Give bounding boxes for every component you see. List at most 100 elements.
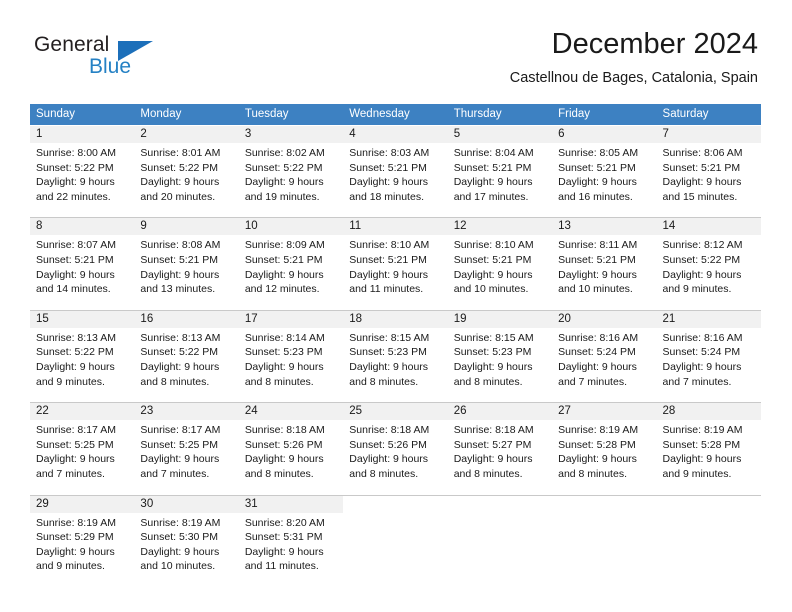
- logo-text-blue: Blue: [89, 55, 132, 78]
- day-cell[interactable]: 28 Sunrise: 8:19 AM Sunset: 5:28 PM Dayligh…: [656, 403, 761, 488]
- day-details: Sunrise: 8:09 AM Sunset: 5:21 PM Daylight:…: [239, 235, 343, 302]
- day-cell[interactable]: 12 Sunrise: 8:10 AM Sunset: 5:21 PM Dayligh…: [447, 218, 553, 303]
- day-number: 17: [244, 312, 258, 325]
- daylight-line-2: and 10 minutes.: [140, 560, 216, 573]
- day-number: 20: [558, 312, 571, 325]
- day-details: Sunrise: 8:19 AM Sunset: 5:29 PM Daylight:…: [30, 513, 134, 580]
- day-cell[interactable]: 23 Sunrise: 8:17 AM Sunset: 5:25 PM Dayligh…: [134, 403, 239, 488]
- daylight-line-2: and 10 minutes.: [558, 283, 633, 296]
- day-number: 1: [36, 128, 43, 140]
- daylight-line-1: Daylight: 9 hours: [140, 545, 220, 558]
- day-cell[interactable]: 8 Sunrise: 8:07 AM Sunset: 5:21 PM Daylight…: [30, 218, 135, 303]
- daylight-line-2: and 8 minutes.: [349, 375, 419, 388]
- day-cell[interactable]: 7 Sunrise: 8:06 AM Sunset: 5:21 PM Daylight…: [656, 126, 761, 211]
- day-details: Sunrise: 8:15 AM Sunset: 5:23 PM Daylight:…: [448, 328, 552, 395]
- day-number: 5: [453, 128, 461, 140]
- day-cell[interactable]: 29 Sunrise: 8:19 AM Sunset: 5:29 PM Dayligh…: [30, 495, 135, 580]
- sunset-line: Sunset: 5:22 PM: [36, 346, 114, 359]
- sunrise-line: Sunrise: 8:13 AM: [140, 331, 221, 344]
- sunrise-line: Sunrise: 8:15 AM: [349, 331, 430, 344]
- sunset-line: Sunset: 5:21 PM: [558, 161, 636, 174]
- daylight-line-1: Daylight: 9 hours: [36, 360, 115, 373]
- daylight-line-1: Daylight: 9 hours: [558, 176, 637, 189]
- day-cell[interactable]: 9 Sunrise: 8:08 AM Sunset: 5:21 PM Daylight…: [134, 218, 239, 303]
- daylight-line-1: Daylight: 9 hours: [140, 360, 220, 373]
- day-cell[interactable]: 26 Sunrise: 8:18 AM Sunset: 5:27 PM Dayligh…: [447, 403, 553, 488]
- sunset-line: Sunset: 5:25 PM: [36, 438, 114, 451]
- general-blue-logo[interactable]: General Blue: [34, 33, 214, 85]
- day-cell[interactable]: 2 Sunrise: 8:01 AM Sunset: 5:22 PM Daylight…: [134, 126, 239, 211]
- sunrise-line: Sunrise: 8:17 AM: [36, 424, 116, 437]
- day-cell[interactable]: 21 Sunrise: 8:16 AM Sunset: 5:24 PM Dayligh…: [656, 310, 761, 396]
- day-cell[interactable]: 11 Sunrise: 8:10 AM Sunset: 5:21 PM Dayligh…: [343, 218, 448, 303]
- day-number-band: 2: [134, 126, 239, 143]
- sunrise-line: Sunrise: 8:09 AM: [244, 239, 325, 252]
- day-number-band: [552, 495, 657, 513]
- weekday-header-wednesday: Wednesday: [349, 108, 410, 120]
- daylight-line-1: Daylight: 9 hours: [244, 360, 324, 373]
- day-cell[interactable]: 4 Sunrise: 8:03 AM Sunset: 5:21 PM Daylight…: [343, 126, 448, 211]
- daylight-line-2: and 19 minutes.: [244, 190, 320, 203]
- day-cell[interactable]: 17 Sunrise: 8:14 AM Sunset: 5:23 PM Dayligh…: [238, 310, 344, 396]
- daylight-line-2: and 16 minutes.: [558, 190, 633, 203]
- day-cell[interactable]: 13 Sunrise: 8:11 AM Sunset: 5:21 PM Dayligh…: [552, 218, 657, 303]
- day-cell[interactable]: 5 Sunrise: 8:04 AM Sunset: 5:21 PM Daylight…: [447, 126, 553, 211]
- daylight-line-1: Daylight: 9 hours: [244, 268, 324, 281]
- day-details: Sunrise: 8:18 AM Sunset: 5:26 PM Daylight:…: [343, 420, 447, 487]
- daylight-line-1: Daylight: 9 hours: [453, 453, 533, 466]
- day-number-band: 29: [30, 495, 135, 513]
- calendar-grid: Sunday Monday Tuesday Wednesday Thursday Frid…: [30, 104, 761, 580]
- day-cell[interactable]: 30 Sunrise: 8:19 AM Sunset: 5:30 PM Dayligh…: [134, 495, 239, 580]
- day-cell[interactable]: 3 Sunrise: 8:02 AM Sunset: 5:22 PM Daylight…: [238, 126, 344, 211]
- day-number-band: 8: [30, 218, 135, 236]
- day-details: Sunrise: 8:17 AM Sunset: 5:25 PM Daylight:…: [134, 420, 238, 487]
- day-cell[interactable]: 15 Sunrise: 8:13 AM Sunset: 5:22 PM Dayligh…: [30, 310, 135, 396]
- sunrise-line: Sunrise: 8:16 AM: [558, 331, 639, 344]
- day-number-band: 5: [447, 126, 553, 143]
- day-cell[interactable]: 14 Sunrise: 8:12 AM Sunset: 5:22 PM Dayligh…: [656, 218, 761, 303]
- sunset-line: Sunset: 5:28 PM: [558, 438, 636, 451]
- day-number-band: 16: [134, 310, 239, 328]
- sunset-line: Sunset: 5:21 PM: [244, 253, 323, 266]
- day-number-band: 7: [656, 126, 761, 143]
- day-cell[interactable]: 22 Sunrise: 8:17 AM Sunset: 5:25 PM Dayligh…: [30, 403, 135, 488]
- day-number: 3: [244, 128, 252, 140]
- title-block: December 2024 Castellnou de Bages, Catal…: [510, 26, 758, 87]
- daylight-line-1: Daylight: 9 hours: [349, 268, 429, 281]
- day-number-band: 1: [30, 126, 135, 143]
- sunset-line: Sunset: 5:21 PM: [453, 253, 532, 266]
- day-cell[interactable]: 24 Sunrise: 8:18 AM Sunset: 5:26 PM Dayligh…: [238, 403, 344, 488]
- weekday-header-tuesday: Tuesday: [244, 108, 289, 120]
- day-cell[interactable]: 10 Sunrise: 8:09 AM Sunset: 5:21 PM Dayligh…: [238, 218, 344, 303]
- week-row: 29 Sunrise: 8:19 AM Sunset: 5:29 PM Dayligh…: [30, 494, 761, 580]
- day-cell[interactable]: 18 Sunrise: 8:15 AM Sunset: 5:23 PM Dayligh…: [343, 310, 448, 396]
- day-number: 8: [36, 220, 43, 233]
- day-details: Sunrise: 8:20 AM Sunset: 5:31 PM Daylight:…: [239, 513, 343, 580]
- day-cell[interactable]: 16 Sunrise: 8:13 AM Sunset: 5:22 PM Dayligh…: [134, 310, 239, 396]
- day-cell[interactable]: 25 Sunrise: 8:18 AM Sunset: 5:26 PM Dayligh…: [343, 403, 448, 488]
- daylight-line-2: and 13 minutes.: [140, 283, 216, 296]
- sunset-line: Sunset: 5:21 PM: [662, 161, 741, 174]
- daylight-line-2: and 12 minutes.: [244, 283, 320, 296]
- day-number-band: 6: [552, 126, 657, 143]
- day-number-band: 27: [552, 403, 657, 421]
- day-cell[interactable]: 19 Sunrise: 8:15 AM Sunset: 5:23 PM Dayligh…: [447, 310, 553, 396]
- daylight-line-2: and 18 minutes.: [349, 190, 424, 203]
- day-details: Sunrise: 8:13 AM Sunset: 5:22 PM Daylight:…: [30, 328, 134, 395]
- daylight-line-2: and 8 minutes.: [453, 375, 523, 388]
- day-cell[interactable]: 1 Sunrise: 8:00 AM Sunset: 5:22 PM Daylight…: [30, 126, 135, 211]
- calendar-page: General Blue December 2024 Castellnou de…: [0, 0, 792, 612]
- day-number: 10: [244, 220, 258, 233]
- daylight-line-2: and 9 minutes.: [662, 283, 732, 296]
- day-details: [657, 513, 761, 522]
- daylight-line-2: and 11 minutes.: [244, 560, 319, 573]
- daylight-line-2: and 7 minutes.: [558, 375, 627, 388]
- day-cell[interactable]: 27 Sunrise: 8:19 AM Sunset: 5:28 PM Dayligh…: [552, 403, 657, 488]
- day-cell[interactable]: 31 Sunrise: 8:20 AM Sunset: 5:31 PM Dayligh…: [238, 495, 344, 580]
- day-cell[interactable]: 6 Sunrise: 8:05 AM Sunset: 5:21 PM Daylight…: [552, 126, 657, 211]
- day-number-band: 11: [343, 218, 448, 236]
- sunrise-line: Sunrise: 8:18 AM: [349, 424, 430, 437]
- daylight-line-1: Daylight: 9 hours: [558, 268, 637, 281]
- daylight-line-2: and 15 minutes.: [662, 190, 738, 203]
- day-cell[interactable]: 20 Sunrise: 8:16 AM Sunset: 5:24 PM Dayligh…: [552, 310, 657, 396]
